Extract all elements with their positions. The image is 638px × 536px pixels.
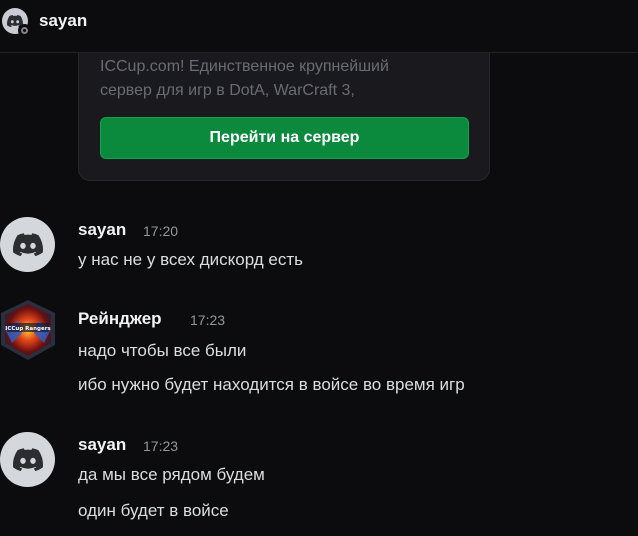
discord-logo-icon xyxy=(12,233,43,256)
message-author[interactable]: sayan xyxy=(78,435,126,455)
embed-description-line-1: ICCup.com! Единственное крупнейший xyxy=(100,58,389,75)
message-text: надо чтобы все были xyxy=(78,341,247,360)
message-text: у нас не у всех дискорд есть xyxy=(78,250,304,269)
message-text: один будет в войсе xyxy=(78,501,229,520)
avatar[interactable] xyxy=(0,217,55,272)
message-author[interactable]: Рейнджер xyxy=(78,309,162,329)
embed-description: ICCup.com! Единственное крупнейший серве… xyxy=(100,55,470,103)
discord-logo-icon xyxy=(12,448,43,471)
message-text: ибо нужно будет находится в войсе во вре… xyxy=(78,375,465,394)
iccup-rangers-avatar[interactable]: ICCup Rangers xyxy=(0,299,56,361)
message-timestamp: 17:23 xyxy=(190,312,226,328)
rangers-logo-text: ICCup Rangers xyxy=(5,326,51,332)
header-title: sayan xyxy=(39,11,88,30)
message-timestamp: 17:20 xyxy=(143,223,179,239)
message-author[interactable]: sayan xyxy=(78,220,126,240)
embed-description-line-2: сервер для игр в DotA, WarCraft 3, xyxy=(100,82,355,99)
offline-status-icon xyxy=(18,24,31,37)
message-timestamp: 17:23 xyxy=(143,438,179,454)
avatar[interactable] xyxy=(0,432,55,487)
join-server-button[interactable]: Перейти на сервер xyxy=(100,117,469,159)
dm-header: sayan xyxy=(0,0,638,53)
message-text: да мы все рядом будем xyxy=(78,465,265,484)
